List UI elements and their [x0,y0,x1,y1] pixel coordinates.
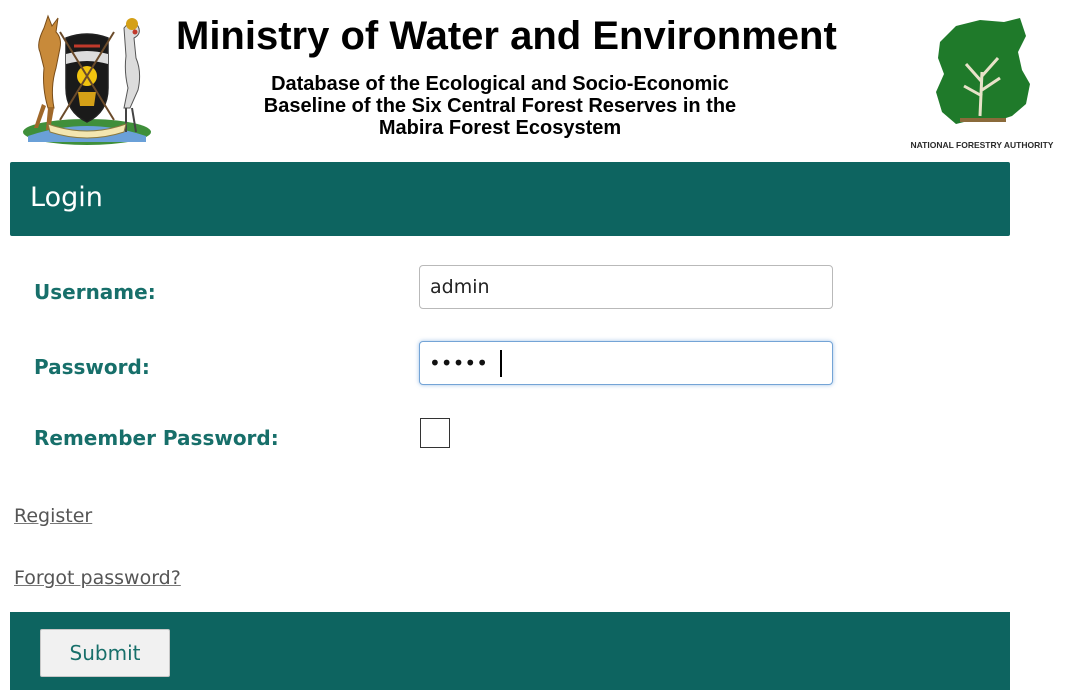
page-title: Ministry of Water and Environment [176,14,837,58]
coat-of-arms-logo [23,14,151,145]
remember-password-label: Remember Password: [34,426,279,450]
text-caret [500,350,502,377]
submit-button[interactable]: Submit [40,629,170,677]
nfa-logo: NATIONAL FORESTRY AUTHORITY [911,18,1054,150]
nfa-logo-text: NATIONAL FORESTRY AUTHORITY [911,140,1054,150]
login-title: Login [30,182,103,213]
remember-password-checkbox[interactable] [420,418,450,448]
login-header-bar: Login [10,162,1010,236]
subtitle-line-1: Database of the Ecological and Socio-Eco… [271,73,729,95]
password-masked-value: ••••• [429,351,488,375]
subtitle-line-3: Mabira Forest Ecosystem [378,117,622,139]
password-label: Password: [34,355,150,379]
username-input[interactable] [419,265,833,309]
form-footer-bar: Submit [10,612,1010,690]
subtitle-line-2: Baseline of the Six Central Forest Reser… [263,95,737,117]
login-page: Ministry of Water and Environment Databa… [0,0,1066,690]
page-subtitle: Database of the Ecological and Socio-Eco… [170,73,830,139]
forgot-password-link[interactable]: Forgot password? [14,567,181,589]
username-label: Username: [34,280,156,304]
register-link[interactable]: Register [14,505,92,527]
